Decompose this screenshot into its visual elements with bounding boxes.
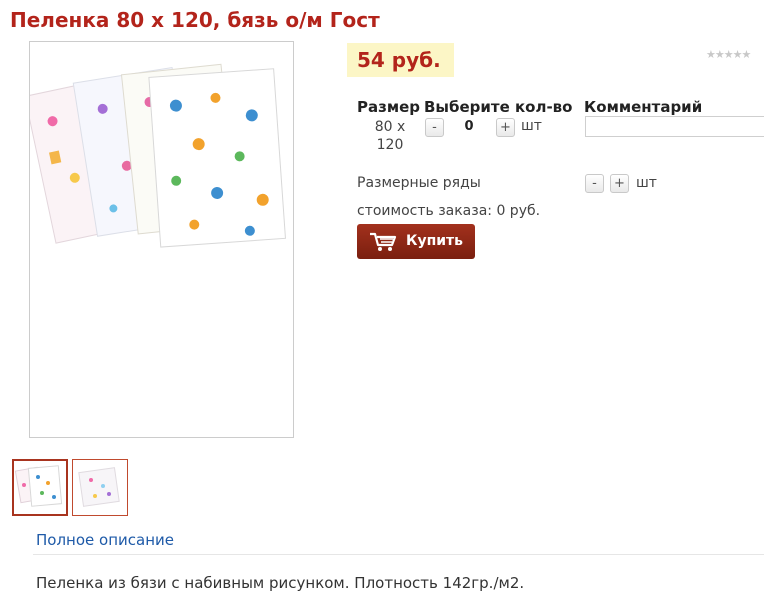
buy-button-label: Купить <box>406 233 464 249</box>
quantity-plus-button[interactable]: + <box>496 118 515 137</box>
product-photo <box>30 63 286 248</box>
thumbnail-image <box>14 465 63 507</box>
order-cost: стоимость заказа: 0 руб. <box>357 203 541 219</box>
size-value: 80 х 120 <box>374 119 406 153</box>
quantity-column-header: Выберите кол-во <box>424 98 573 116</box>
divider <box>33 554 764 555</box>
description-text: Пеленка из бязи с набивным рисунком. Пло… <box>36 574 525 592</box>
size-rows-unit: шт <box>636 175 657 191</box>
full-description-link[interactable]: Полное описание <box>36 531 174 549</box>
size-rows-label: Размерные ряды <box>357 175 481 191</box>
comment-input[interactable] <box>585 116 764 137</box>
product-title: Пеленка 80 х 120, бязь о/м Гост <box>10 8 380 32</box>
size-rows-minus-button[interactable]: - <box>585 174 604 193</box>
buy-button[interactable]: Купить <box>357 224 475 259</box>
cart-icon <box>369 232 397 256</box>
comment-column-header: Комментарий <box>584 98 703 116</box>
thumbnail-1[interactable] <box>12 459 68 516</box>
product-main-image[interactable] <box>29 41 294 438</box>
quantity-value[interactable]: 0 <box>458 119 480 134</box>
size-column-header: Размер <box>357 98 421 116</box>
size-rows-plus-button[interactable]: + <box>610 174 629 193</box>
quantity-minus-button[interactable]: - <box>425 118 444 137</box>
product-price: 54 руб. <box>347 43 454 77</box>
quantity-unit: шт <box>521 118 542 134</box>
thumbnail-image <box>78 467 120 507</box>
thumbnail-2[interactable] <box>72 459 128 516</box>
rating-stars[interactable]: ★★★★★ <box>706 48 751 61</box>
